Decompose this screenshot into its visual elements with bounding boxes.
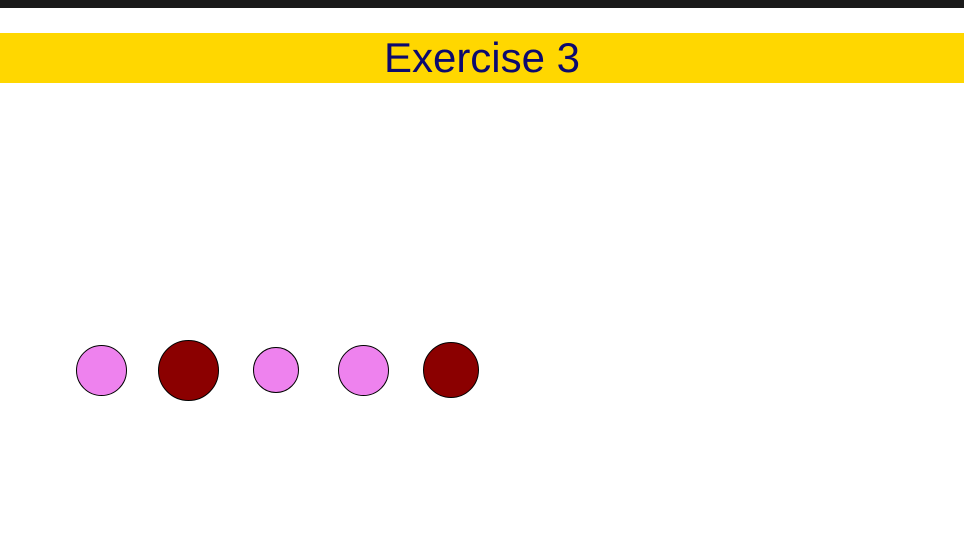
circle-2 xyxy=(158,340,219,401)
title-band: Exercise 3 xyxy=(0,33,964,83)
page-title: Exercise 3 xyxy=(383,34,581,81)
circle-4 xyxy=(338,345,389,396)
circle-3 xyxy=(253,347,299,393)
circle-1 xyxy=(76,345,127,396)
circle-5 xyxy=(423,342,479,398)
top-bar xyxy=(0,0,964,8)
